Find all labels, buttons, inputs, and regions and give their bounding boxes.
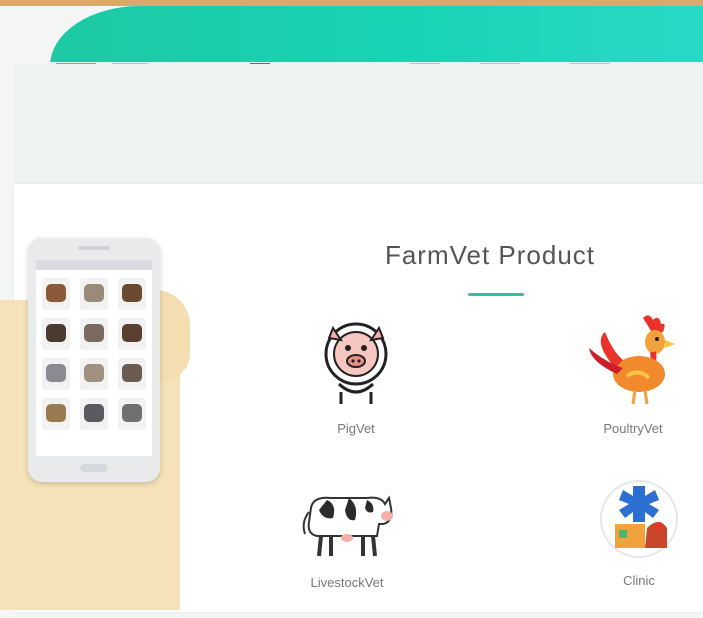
title-underline bbox=[468, 293, 524, 296]
phone-screen bbox=[36, 260, 152, 456]
app-tile bbox=[118, 398, 146, 430]
phone-home-button bbox=[80, 464, 108, 472]
section-title: FarmVet Product bbox=[384, 240, 596, 270]
app-tile bbox=[80, 358, 108, 390]
product-label: Clinic bbox=[623, 573, 655, 588]
app-tile bbox=[80, 278, 108, 310]
product-label: PigVet bbox=[337, 421, 375, 436]
app-tile bbox=[118, 278, 146, 310]
phone-statusbar bbox=[36, 260, 152, 270]
app-tile bbox=[42, 398, 70, 430]
product-label: PoultryVet bbox=[603, 421, 663, 436]
clinic-icon bbox=[600, 480, 678, 558]
rooster-icon bbox=[589, 315, 675, 405]
product-label: LivestockVet bbox=[310, 575, 384, 590]
product-poultryvet[interactable]: PoultryVet bbox=[568, 312, 698, 436]
app-tile bbox=[42, 358, 70, 390]
hero-band bbox=[14, 64, 703, 184]
app-tile bbox=[80, 398, 108, 430]
product-pigvet[interactable]: PigVet bbox=[296, 314, 416, 436]
app-tile bbox=[118, 318, 146, 350]
app-tile bbox=[42, 318, 70, 350]
phone-mockup bbox=[28, 238, 160, 482]
app-tile bbox=[42, 278, 70, 310]
app-tile bbox=[118, 358, 146, 390]
cow-icon bbox=[302, 495, 393, 557]
app-tile bbox=[80, 318, 108, 350]
phone-speaker bbox=[78, 246, 110, 250]
pig-icon bbox=[324, 322, 388, 404]
product-livestockvet[interactable]: LivestockVet bbox=[282, 478, 412, 590]
product-clinic[interactable]: Clinic bbox=[584, 476, 694, 588]
header-banner bbox=[50, 6, 703, 70]
